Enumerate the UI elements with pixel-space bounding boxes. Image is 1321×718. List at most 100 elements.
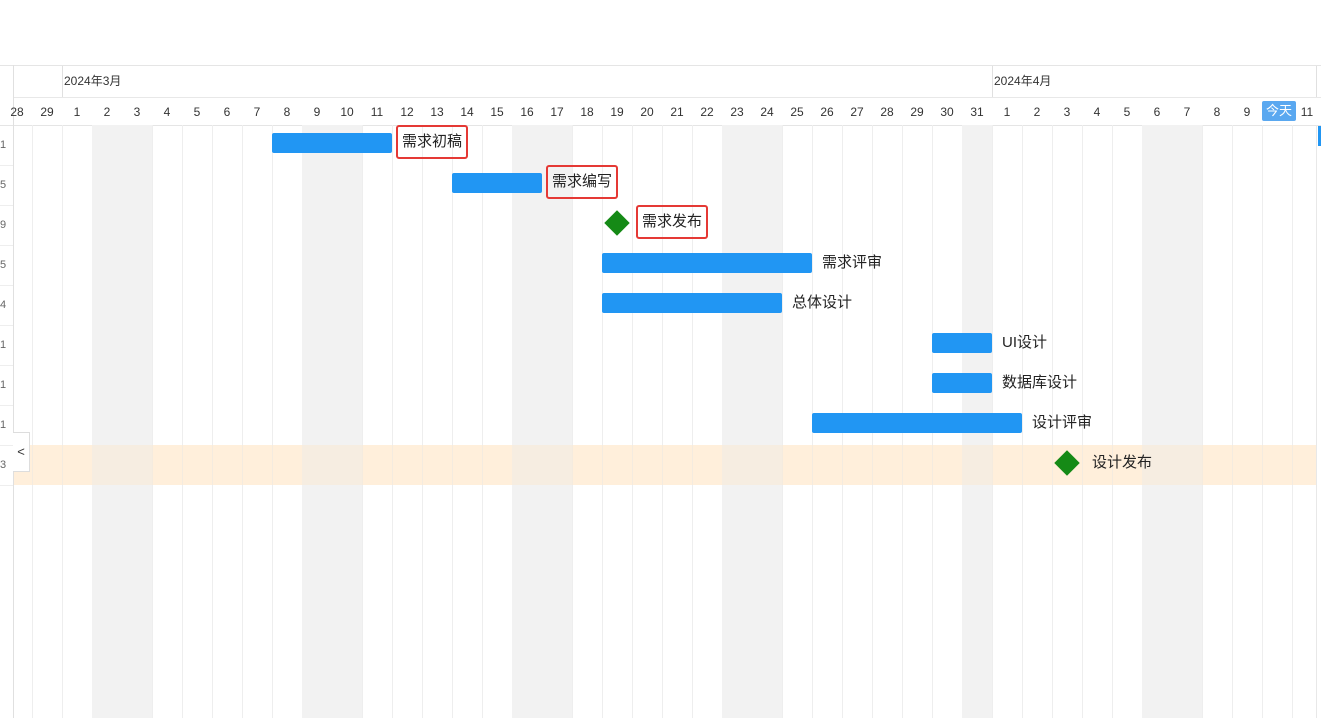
task-label: 数据库设计 bbox=[1002, 374, 1078, 391]
weekend-column bbox=[512, 125, 542, 718]
day-number: 12 bbox=[400, 105, 414, 119]
weekend-column bbox=[332, 125, 362, 718]
day-number: 15 bbox=[490, 105, 504, 119]
month-label: 2024年4月 bbox=[994, 74, 1052, 88]
weekend-column bbox=[122, 125, 152, 718]
weekend-column bbox=[1172, 125, 1202, 718]
day-number: 11 bbox=[370, 105, 384, 119]
day-gridline bbox=[422, 125, 423, 718]
day-number: 6 bbox=[223, 105, 231, 119]
row-index-fragment: 1 bbox=[0, 139, 6, 151]
day-gridline bbox=[62, 125, 63, 718]
task-bar[interactable] bbox=[272, 133, 392, 153]
row-index-fragment: 5 bbox=[0, 259, 6, 271]
today-badge[interactable]: 今天 bbox=[1262, 101, 1296, 121]
day-gridline bbox=[452, 125, 453, 718]
day-number: 4 bbox=[1093, 105, 1101, 119]
row-index-fragment: 1 bbox=[0, 419, 6, 431]
day-number: 2 bbox=[103, 105, 111, 119]
day-number: 3 bbox=[1063, 105, 1071, 119]
day-gridline bbox=[1232, 125, 1233, 718]
row-index-fragment: 1 bbox=[0, 379, 6, 391]
day-number: 16 bbox=[520, 105, 534, 119]
left-panel-divider bbox=[13, 65, 14, 718]
day-number: 30 bbox=[940, 105, 954, 119]
right-scrollbar-track[interactable] bbox=[1316, 125, 1317, 718]
day-gridline bbox=[212, 125, 213, 718]
task-bar[interactable] bbox=[932, 333, 992, 353]
day-number: 17 bbox=[550, 105, 564, 119]
day-number: 5 bbox=[1123, 105, 1131, 119]
row-index-fragment: 9 bbox=[0, 219, 6, 231]
day-number: 23 bbox=[730, 105, 744, 119]
weekend-column bbox=[542, 125, 572, 718]
day-number: 27 bbox=[850, 105, 864, 119]
day-number: 28 bbox=[880, 105, 894, 119]
day-number: 28 bbox=[10, 105, 24, 119]
task-label: 设计评审 bbox=[1032, 414, 1093, 431]
weekend-column bbox=[92, 125, 122, 718]
day-number: 29 bbox=[910, 105, 924, 119]
day-number: 19 bbox=[610, 105, 624, 119]
day-gridline bbox=[152, 125, 153, 718]
day-number: 9 bbox=[1243, 105, 1251, 119]
task-bar[interactable] bbox=[452, 173, 542, 193]
row-separator bbox=[0, 205, 13, 206]
day-number: 6 bbox=[1153, 105, 1161, 119]
task-bar[interactable] bbox=[602, 293, 782, 313]
task-label: 需求评审 bbox=[822, 254, 883, 271]
day-number: 9 bbox=[313, 105, 321, 119]
row-separator bbox=[0, 405, 13, 406]
day-gridline bbox=[572, 125, 573, 718]
day-number: 1 bbox=[73, 105, 81, 119]
weekend-column bbox=[302, 125, 332, 718]
task-label: 需求初稿 bbox=[396, 125, 469, 159]
gantt-chart: 2024年3月 2024年4月 28 29 1 2 3 4 5 6 7 8 9 10 11 12 13 14 15 1… bbox=[0, 0, 1321, 718]
task-label: 总体设计 bbox=[792, 294, 853, 311]
weekend-column bbox=[1142, 125, 1172, 718]
milestone-diamond[interactable] bbox=[604, 210, 630, 236]
day-gridline bbox=[1262, 125, 1263, 718]
day-number: 8 bbox=[1213, 105, 1221, 119]
day-gridline bbox=[482, 125, 483, 718]
day-number: 4 bbox=[163, 105, 171, 119]
task-bar[interactable] bbox=[602, 253, 812, 273]
day-gridline bbox=[632, 125, 633, 718]
day-number: 21 bbox=[670, 105, 684, 119]
day-number: 29 bbox=[40, 105, 54, 119]
month-label: 2024年3月 bbox=[64, 74, 122, 88]
month-divider bbox=[1316, 66, 1317, 97]
row-separator bbox=[0, 325, 13, 326]
day-number: 13 bbox=[430, 105, 444, 119]
day-number: 31 bbox=[970, 105, 984, 119]
task-bar[interactable] bbox=[812, 413, 1022, 433]
row-separator bbox=[0, 285, 13, 286]
row-separator bbox=[0, 245, 13, 246]
day-number: 20 bbox=[640, 105, 654, 119]
day-gridline bbox=[1112, 125, 1113, 718]
month-divider bbox=[992, 66, 993, 97]
row-index-fragment: 3 bbox=[0, 459, 6, 471]
day-gridline bbox=[1022, 125, 1023, 718]
collapse-panel-button[interactable]: < bbox=[13, 432, 30, 472]
day-gridline bbox=[1202, 125, 1203, 718]
row-separator bbox=[0, 445, 13, 446]
day-number: 22 bbox=[700, 105, 714, 119]
day-number: 11 bbox=[1300, 105, 1314, 119]
day-number: 14 bbox=[460, 105, 474, 119]
weekend-column bbox=[752, 125, 782, 718]
day-number: 8 bbox=[283, 105, 291, 119]
month-divider bbox=[62, 66, 63, 97]
day-number: 7 bbox=[253, 105, 261, 119]
row-index-fragment: 5 bbox=[0, 179, 6, 191]
day-gridline bbox=[602, 125, 603, 718]
day-gridline bbox=[242, 125, 243, 718]
weekend-column bbox=[722, 125, 752, 718]
task-label: 设计发布 bbox=[1092, 454, 1153, 471]
task-bar[interactable] bbox=[932, 373, 992, 393]
day-number: 26 bbox=[820, 105, 834, 119]
header-top-border bbox=[0, 65, 1321, 66]
row-separator bbox=[0, 365, 13, 366]
day-number: 25 bbox=[790, 105, 804, 119]
day-gridline bbox=[272, 125, 273, 718]
